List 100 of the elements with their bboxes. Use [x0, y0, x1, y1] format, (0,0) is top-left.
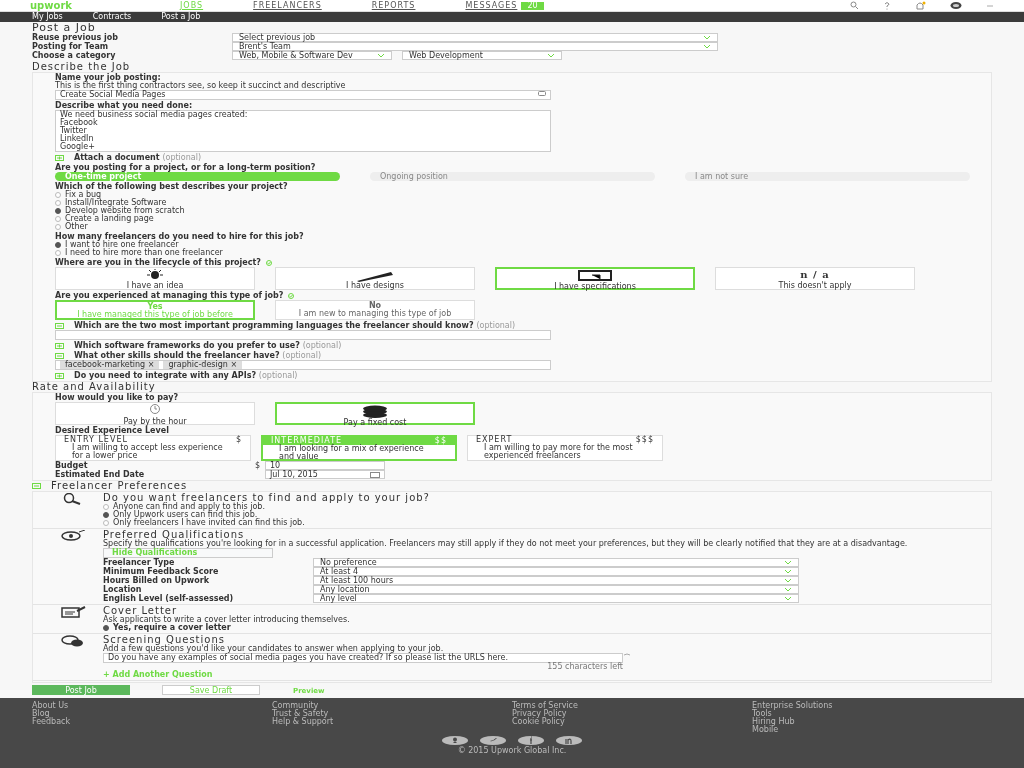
footer-link[interactable]: Enterprise Solutions [752, 702, 992, 710]
field-label: Location [103, 585, 143, 594]
collapse-toggle[interactable] [55, 323, 64, 329]
radio-button[interactable] [103, 504, 109, 510]
radio-button[interactable] [55, 250, 61, 256]
checkbox-label: Yes, require a cover letter [113, 624, 231, 632]
footer-link[interactable]: Feedback [32, 718, 272, 726]
currency-symbol: $ [255, 461, 262, 470]
google-plus-icon[interactable] [450, 736, 460, 745]
option-label: Install/Integrate Software [65, 199, 167, 207]
nav-link[interactable]: FREELANCERS [253, 1, 322, 10]
bell-icon[interactable] [915, 1, 926, 10]
footer-link[interactable]: Mobile [752, 726, 992, 734]
question-label: Describe what you need done: [55, 102, 194, 110]
footer-link[interactable]: Blog [32, 710, 272, 718]
option-label: Other [65, 223, 88, 231]
option-label: Create a landing page [65, 215, 154, 223]
level-card[interactable]: ENTRY LEVEL $ I am willing to accept less experience for a lower price [55, 435, 251, 461]
field-label: Posting for Team [32, 42, 109, 51]
letter-icon [61, 606, 87, 618]
footer-link[interactable]: Hiring Hub [752, 718, 992, 726]
option-label: Fix a bug [65, 191, 102, 199]
footer-link[interactable]: Community [272, 702, 512, 710]
radio-button[interactable] [55, 208, 61, 214]
skill-tag[interactable]: facebook-marketing × [60, 361, 160, 369]
description-text: Add a few questions you'd like your candidates to answer when applying to your job. [103, 645, 445, 653]
level-card[interactable]: INTERMEDIATE $$ I am looking for a mix of experience and value [261, 435, 457, 461]
option-card[interactable]: Pay by the hour [55, 402, 255, 425]
select-field[interactable]: Web, Mobile & Software Dev [232, 51, 392, 60]
textarea-field[interactable]: We need business social media pages created: Facebook Twitter LinkedIn Google+ [55, 110, 551, 152]
level-card[interactable]: EXPERT $$$ I am willing to pay more for the most experienced freelancers [467, 435, 663, 461]
select-field[interactable]: Brent's Team [232, 42, 718, 51]
pencil-icon [355, 269, 395, 282]
nav-link[interactable]: MESSAGES [465, 1, 518, 10]
field-label: English Level (self-assessed) [103, 594, 235, 603]
select-field[interactable]: At least 4 [313, 567, 799, 576]
text-field[interactable]: Jul 10, 2015 [265, 470, 385, 479]
target-icon [61, 530, 87, 542]
collapse-toggle[interactable] [32, 483, 41, 489]
radio-button[interactable] [103, 520, 109, 526]
option-card[interactable]: I have an idea [55, 267, 255, 290]
contact-card-icon [538, 91, 546, 96]
text-field[interactable]: facebook-marketing × graphic-design × [55, 360, 551, 370]
subnav-link[interactable]: My Jobs [32, 13, 63, 21]
select-field[interactable]: Web Development [402, 51, 562, 60]
radio-button[interactable] [103, 512, 109, 518]
linkedin-icon[interactable] [564, 736, 574, 745]
section-title: Freelancer Preferences [51, 481, 188, 491]
text-field[interactable]: Create Social Media Pages [55, 90, 551, 100]
collapse-toggle[interactable] [55, 353, 64, 359]
caret-icon [377, 53, 385, 58]
select-field[interactable]: No preference [313, 558, 799, 567]
question-label: Which software frameworks do you prefer to use? (optional) [74, 342, 342, 350]
text-field[interactable]: 10 [265, 461, 385, 470]
check-circle-icon [286, 293, 297, 299]
question-label: Which of the following best describes your project? [55, 183, 289, 191]
radio-button[interactable] [55, 200, 61, 206]
skill-tag[interactable]: graphic-design × [163, 361, 243, 369]
checkbox[interactable] [103, 625, 109, 631]
expand-toggle[interactable] [55, 154, 64, 161]
text-field[interactable] [55, 330, 551, 340]
subnav-link[interactable]: Contracts [92, 13, 132, 21]
expand-toggle[interactable] [55, 373, 64, 379]
footer-link[interactable]: Terms of Service [512, 702, 752, 710]
calendar-icon[interactable] [370, 471, 380, 478]
screen-icon [578, 270, 612, 283]
question-label: Do you need to integrate with any APIs? (optional) [74, 372, 298, 380]
question-label: Name your job posting: [55, 74, 161, 82]
radio-button[interactable] [55, 216, 61, 222]
select-field[interactable]: Any level [313, 594, 799, 603]
select-field[interactable]: Any location [313, 585, 799, 594]
search-icon[interactable] [850, 1, 859, 10]
footer-link[interactable]: Help & Support [272, 718, 512, 726]
question-label: What other skills should the freelancer have? (optional) [74, 352, 322, 360]
footer-link[interactable]: Tools [752, 710, 992, 718]
avatar-icon[interactable] [950, 1, 962, 10]
radio-button[interactable] [55, 224, 61, 230]
select-field[interactable]: Select previous job [232, 33, 718, 42]
na-symbol: n / a [800, 269, 830, 280]
nav-link[interactable]: REPORTS [371, 1, 416, 10]
caret-icon [547, 53, 555, 58]
subnav-link[interactable]: Post a Job [161, 13, 201, 21]
option-card[interactable]: I have designs [275, 267, 475, 290]
radio-button[interactable] [55, 192, 61, 198]
footer-link[interactable]: Privacy Policy [512, 710, 752, 718]
option-card[interactable]: No I am new to managing this type of job [275, 300, 475, 320]
radio-button[interactable] [55, 242, 61, 248]
option-card[interactable]: n / a This doesn't apply [715, 267, 915, 290]
question-field[interactable]: Do you have any examples of social media pages you have created? If so please list the URLS here. [103, 653, 623, 663]
hint-text: This is the first thing contractors see, so keep it succinct and descriptive [55, 82, 347, 90]
character-counter: 155 characters left [546, 663, 623, 671]
footer-link[interactable]: Trust & Safety [272, 710, 512, 718]
footer-link[interactable]: About Us [32, 702, 272, 710]
field-label: Estimated End Date [55, 470, 146, 479]
footer-link[interactable]: Cookie Policy [512, 718, 752, 726]
select-field[interactable]: At least 100 hours [313, 576, 799, 585]
question-label: Are you posting for a project, or for a long-term position? [55, 164, 317, 172]
help-icon[interactable] [883, 1, 891, 10]
expand-toggle[interactable] [55, 343, 64, 349]
attach-link[interactable]: Attach a document (optional) [74, 153, 202, 162]
